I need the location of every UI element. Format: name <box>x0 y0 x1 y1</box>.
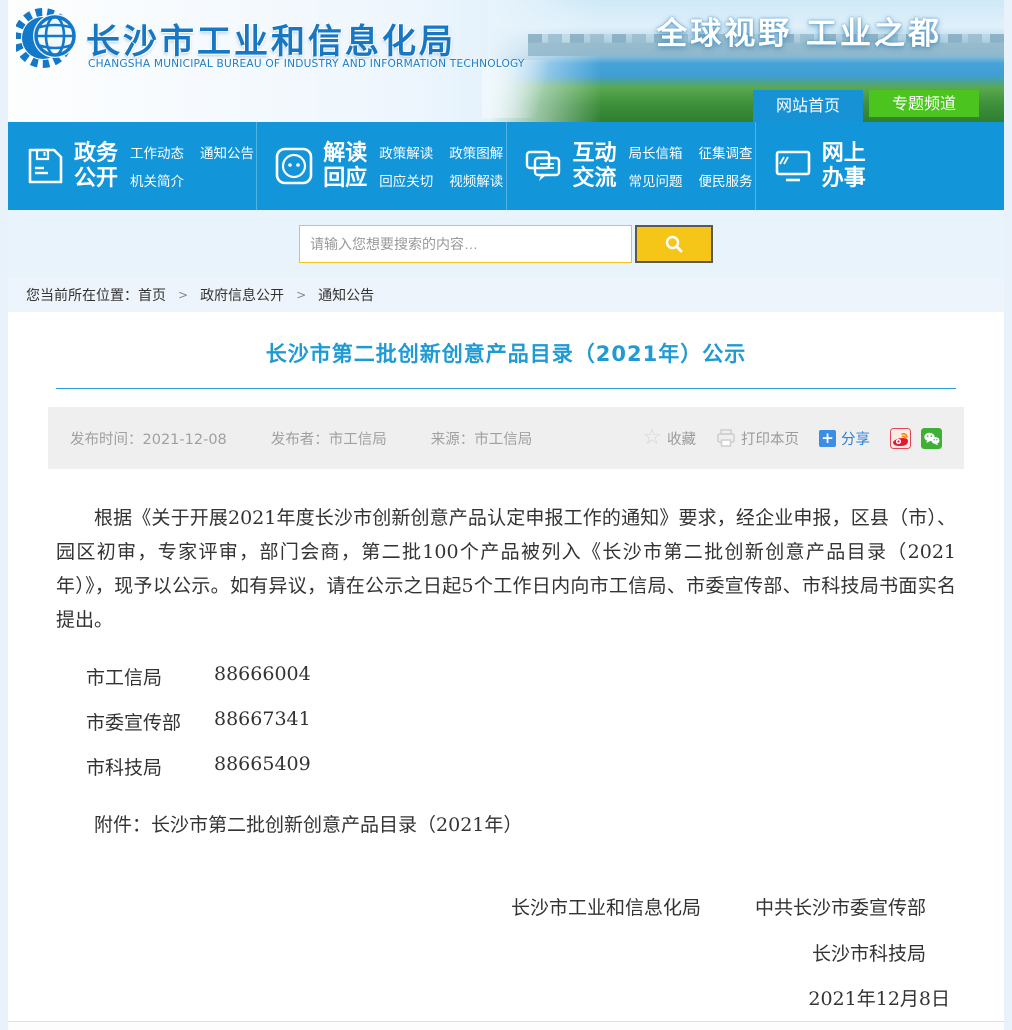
banner-slogan: 全球视野 工业之都 <box>656 8 942 53</box>
title-divider <box>56 388 956 389</box>
attachment-line: 附件：长沙市第二批创新创意产品目录（2021年） <box>56 810 956 837</box>
wechat-icon[interactable] <box>921 428 942 449</box>
nav-title: 政务 公开 <box>74 141 118 192</box>
page-shell: 全球视野 工业之都 长沙市工业和信息化局 CHANGSHA MUNICIPAL … <box>8 0 1004 1030</box>
printer-icon <box>716 428 736 448</box>
article-title: 长沙市第二批创新创意产品目录（2021年）公示 <box>48 338 964 368</box>
search-area <box>8 210 1004 278</box>
banner-tabs: 网站首页 专题频道 <box>753 90 979 122</box>
contact-row: 市工信局 88666004 <box>86 663 964 690</box>
footer-strip <box>8 1022 1004 1030</box>
nav-title: 互动 交流 <box>573 141 617 192</box>
favorite-button[interactable]: ☆ 收藏 <box>642 427 696 449</box>
smiley-icon <box>273 145 315 187</box>
contact-name: 市科技局 <box>86 753 214 780</box>
breadcrumb-label: 您当前所在位置： <box>26 285 138 305</box>
site-subtitle: CHANGSHA MUNICIPAL BUREAU OF INDUSTRY AN… <box>88 58 525 70</box>
nav-section-interpretation-response[interactable]: 解读 回应 政策解读 政策图解 回应关切 视频解读 <box>256 122 505 210</box>
nav-link-public-services[interactable]: 便民服务 <box>699 170 753 190</box>
signature-science-bureau: 长沙市科技局 <box>812 943 926 965</box>
article-actions: ☆ 收藏 打印本页 + 分享 <box>642 427 942 449</box>
breadcrumb-home[interactable]: 首页 <box>138 285 166 305</box>
attachment-link[interactable]: 长沙市第二批创新创意产品目录（2021年） <box>151 814 522 836</box>
contact-phone: 88667341 <box>214 708 311 735</box>
tab-special-channel[interactable]: 专题频道 <box>869 90 979 117</box>
share-button[interactable]: + 分享 <box>819 428 870 449</box>
breadcrumb-notices[interactable]: 通知公告 <box>318 285 374 305</box>
contact-name: 市委宣传部 <box>86 708 214 735</box>
nav-link-work-updates[interactable]: 工作动态 <box>130 142 184 162</box>
nav-link-faq[interactable]: 常见问题 <box>629 170 683 190</box>
attachment-label: 附件： <box>94 814 151 836</box>
nav-link-surveys[interactable]: 征集调查 <box>699 142 753 162</box>
nav-link-director-mailbox[interactable]: 局长信箱 <box>629 142 683 162</box>
signature-industry-bureau: 长沙市工业和信息化局 <box>511 893 701 920</box>
nav-section-interaction[interactable]: 互动 交流 局长信箱 征集调查 常见问题 便民服务 <box>506 122 755 210</box>
signature-date: 2021年12月8日 <box>808 988 950 1010</box>
breadcrumb-gov-info[interactable]: 政府信息公开 <box>200 285 284 305</box>
nav-link-notices[interactable]: 通知公告 <box>200 142 254 162</box>
signature-propaganda-dept: 中共长沙市委宣传部 <box>755 893 926 920</box>
contact-phone: 88665409 <box>214 753 311 780</box>
nav-section-government-disclosure[interactable]: 政务 公开 工作动态 通知公告 机关简介 <box>8 122 256 210</box>
search-input[interactable] <box>299 225 632 263</box>
weibo-icon[interactable] <box>890 428 911 449</box>
signature-row: 长沙市工业和信息化局 中共长沙市委宣传部 <box>48 893 964 920</box>
contact-phone: 88666004 <box>214 663 311 690</box>
publish-time: 发布时间：2021-12-08 <box>70 428 227 449</box>
nav-title: 解读 回应 <box>323 141 367 192</box>
site-title: 长沙市工业和信息化局 <box>86 14 456 63</box>
nav-section-online-services[interactable]: 网上 办事 <box>755 122 1004 210</box>
signature-row: 长沙市科技局 <box>48 939 964 966</box>
article-panel: 长沙市第二批创新创意产品目录（2021年）公示 发布时间：2021-12-08 … <box>8 312 1004 1022</box>
monitor-icon <box>772 145 814 187</box>
nav-link-agency-profile[interactable]: 机关简介 <box>130 170 184 190</box>
signature-date-row: 2021年12月8日 <box>48 984 964 1011</box>
article-meta-bar: 发布时间：2021-12-08 发布者：市工信局 来源：市工信局 ☆ 收藏 <box>48 407 964 469</box>
contact-row: 市科技局 88665409 <box>86 753 964 780</box>
article-body: 根据《关于开展2021年度长沙市创新创意产品认定申报工作的通知》要求，经企业申报… <box>48 501 964 1011</box>
site-logo-gear-globe-icon <box>16 5 82 71</box>
star-icon: ☆ <box>642 427 662 449</box>
article-paragraph: 根据《关于开展2021年度长沙市创新创意产品认定申报工作的通知》要求，经企业申报… <box>56 501 956 637</box>
contact-list: 市工信局 88666004 市委宣传部 88667341 市科技局 886654… <box>86 663 964 780</box>
nav-link-policy-interpretation[interactable]: 政策解读 <box>379 142 433 162</box>
chat-bubbles-icon <box>523 145 565 187</box>
site-banner: 全球视野 工业之都 长沙市工业和信息化局 CHANGSHA MUNICIPAL … <box>8 0 1004 122</box>
publisher: 发布者：市工信局 <box>271 428 387 449</box>
document-icon <box>24 145 66 187</box>
breadcrumb-separator: > <box>296 288 306 302</box>
search-icon <box>664 234 684 254</box>
nav-link-policy-graphics[interactable]: 政策图解 <box>449 142 503 162</box>
breadcrumb: 您当前所在位置： 首页 > 政府信息公开 > 通知公告 <box>8 278 1004 312</box>
nav-title: 网上 办事 <box>822 141 866 192</box>
nav-link-responding-concerns[interactable]: 回应关切 <box>379 170 433 190</box>
tab-site-home[interactable]: 网站首页 <box>753 90 863 122</box>
print-button[interactable]: 打印本页 <box>716 428 799 449</box>
breadcrumb-separator: > <box>178 288 188 302</box>
contact-row: 市委宣传部 88667341 <box>86 708 964 735</box>
source: 来源：市工信局 <box>431 428 533 449</box>
share-plus-icon: + <box>819 430 836 447</box>
contact-name: 市工信局 <box>86 663 214 690</box>
nav-link-video-interpretation[interactable]: 视频解读 <box>449 170 503 190</box>
main-navigation: 政务 公开 工作动态 通知公告 机关简介 解读 <box>8 122 1004 210</box>
search-button[interactable] <box>635 225 713 263</box>
